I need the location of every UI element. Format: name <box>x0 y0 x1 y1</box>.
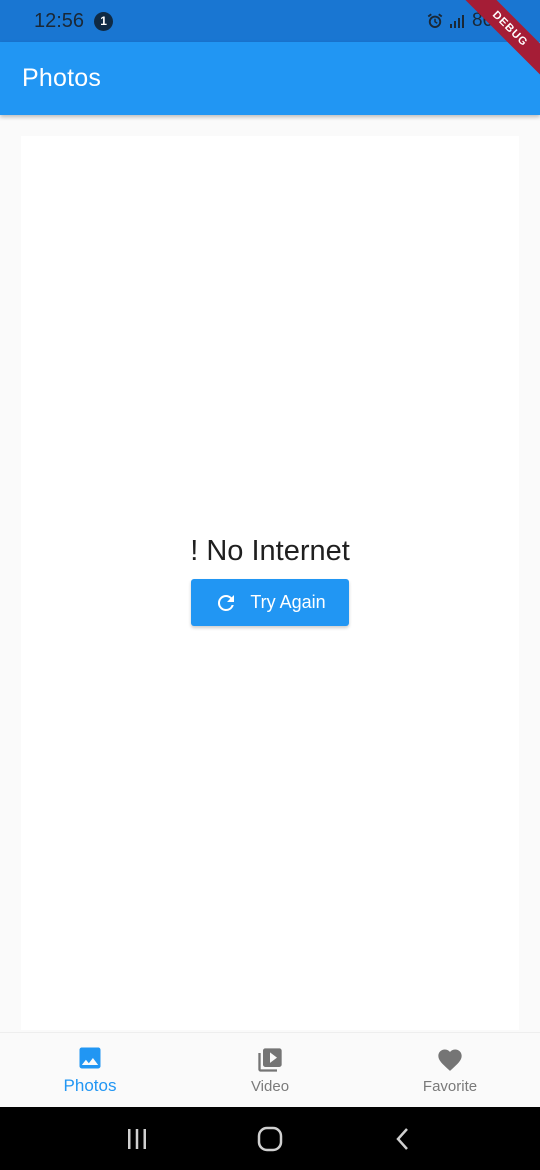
home-button[interactable] <box>256 1125 284 1153</box>
status-time: 12:56 <box>34 9 85 32</box>
status-bar: 12:56 1 86% <box>0 0 540 42</box>
refresh-icon <box>218 594 235 611</box>
signal-icon <box>449 14 466 28</box>
try-again-label: Try Again <box>250 592 326 612</box>
content-area: ! No Internet Try Again <box>21 136 519 1030</box>
app-bar: Photos <box>0 42 540 115</box>
home-icon <box>257 1126 283 1151</box>
bottom-navigation: Photos Video Favorite <box>0 1032 540 1107</box>
heart-icon <box>438 1049 462 1071</box>
recent-apps-button[interactable] <box>123 1125 151 1153</box>
app-screen: 12:56 1 86% DEBUG Photos ! No Internet <box>0 0 540 1170</box>
nav-item-video[interactable]: Video <box>180 1033 360 1107</box>
alarm-icon <box>427 13 443 28</box>
recent-apps-icon <box>127 1128 146 1149</box>
nav-label-video: Video <box>250 1077 290 1095</box>
back-icon <box>396 1127 409 1150</box>
no-internet-state: ! No Internet Try Again <box>21 533 519 626</box>
back-button[interactable] <box>389 1125 417 1153</box>
video-library-icon <box>258 1047 282 1072</box>
system-navigation-bar <box>0 1107 540 1170</box>
nav-item-photos[interactable]: Photos <box>0 1033 180 1107</box>
nav-label-photos: Photos <box>63 1076 117 1095</box>
status-left: 12:56 1 <box>34 9 114 33</box>
page-title: Photos <box>22 64 102 92</box>
notification-badge: 1 <box>94 11 114 31</box>
nav-item-favorite[interactable]: Favorite <box>360 1033 540 1107</box>
try-again-button[interactable]: Try Again <box>191 579 349 626</box>
nav-label-favorite: Favorite <box>422 1077 478 1095</box>
no-internet-message: ! No Internet <box>190 535 350 567</box>
image-icon <box>79 1047 101 1069</box>
